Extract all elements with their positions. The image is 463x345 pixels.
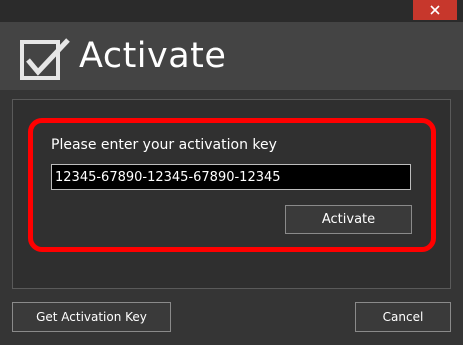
header: Activate bbox=[0, 22, 463, 90]
page-title: Activate bbox=[79, 36, 227, 76]
close-icon bbox=[430, 5, 440, 15]
get-activation-key-button[interactable]: Get Activation Key bbox=[12, 302, 171, 332]
activate-button[interactable]: Activate bbox=[285, 205, 412, 234]
activation-prompt: Please enter your activation key bbox=[51, 137, 277, 153]
title-bar bbox=[0, 0, 463, 22]
activate-window: Activate Please enter your activation ke… bbox=[0, 0, 463, 345]
activation-key-input[interactable] bbox=[51, 164, 411, 190]
cancel-button[interactable]: Cancel bbox=[355, 302, 451, 332]
close-button[interactable] bbox=[413, 0, 457, 20]
checkmark-icon bbox=[20, 38, 70, 80]
